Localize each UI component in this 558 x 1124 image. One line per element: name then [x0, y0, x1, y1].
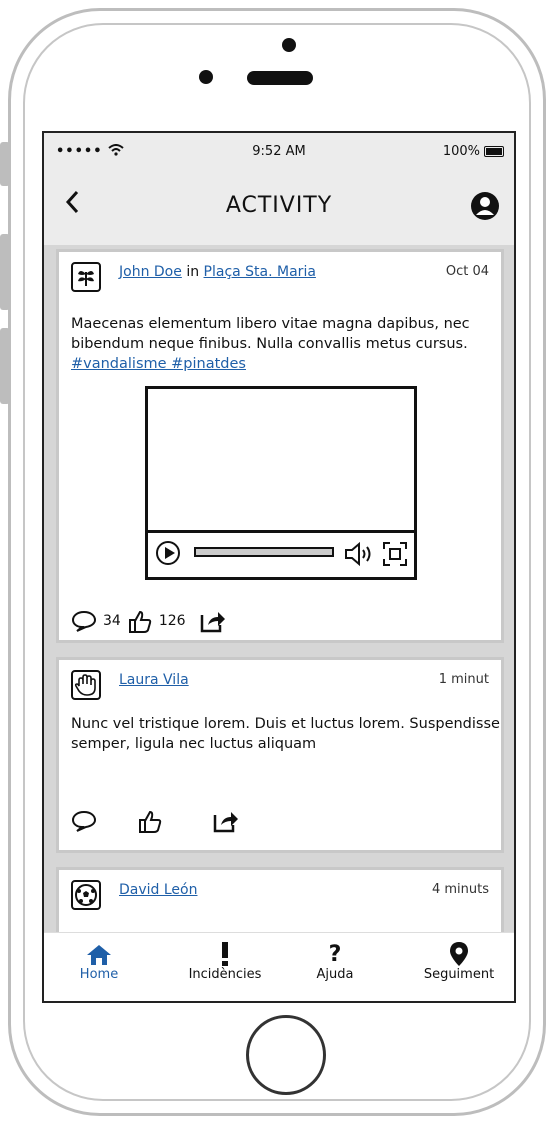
post-date: 4 minuts	[431, 882, 489, 897]
video-progress-bar[interactable]	[194, 547, 334, 557]
tab-home[interactable]: Home	[44, 939, 154, 982]
tab-label: Home	[79, 967, 119, 982]
share-icon[interactable]	[198, 609, 226, 633]
volume-icon[interactable]	[344, 541, 374, 567]
post-actions	[71, 808, 239, 834]
thumbs-up-icon[interactable]	[127, 608, 153, 634]
video-controls	[148, 530, 414, 577]
author-link[interactable]: John Doe	[119, 264, 182, 280]
exclamation-icon	[170, 939, 280, 967]
front-camera	[282, 38, 296, 52]
home-hardware-button[interactable]	[246, 1015, 326, 1095]
page-title: ACTIVITY	[225, 193, 333, 218]
home-icon	[44, 939, 154, 967]
comment-count: 34	[103, 613, 121, 629]
tab-label: Ajuda	[316, 967, 354, 982]
question-icon: ?	[328, 942, 342, 967]
location-connector: in	[186, 264, 200, 280]
post-date: Oct 04	[445, 264, 489, 279]
sensor-dot	[199, 70, 213, 84]
play-icon[interactable]	[156, 541, 180, 565]
post-actions: 34 126	[71, 608, 226, 634]
app-screen: ••••• 9:52 AM 100% ACTIVITY John Doe in …	[42, 131, 516, 1003]
like-count: 126	[158, 613, 186, 629]
post-body: Maecenas elementum libero vitae magna da…	[71, 316, 470, 352]
comment-icon[interactable]	[71, 810, 97, 832]
hand-avatar-icon	[71, 670, 101, 700]
post-card: Laura Vila 1 minut Nunc vel tristique lo…	[56, 657, 504, 853]
status-bar: ••••• 9:52 AM 100%	[44, 133, 514, 173]
comment-icon[interactable]	[71, 610, 97, 632]
battery-icon	[484, 146, 504, 157]
app-header: ACTIVITY	[44, 173, 514, 245]
post-card: John Doe in Plaça Sta. Maria Oct 04 Maec…	[56, 249, 504, 643]
tab-incidencies[interactable]: Incidències	[170, 939, 280, 982]
map-pin-icon	[404, 939, 514, 967]
tab-seguiment[interactable]: Seguiment	[404, 939, 514, 982]
post-text: Maecenas elementum libero vitae magna da…	[71, 314, 501, 374]
post-text: Nunc vel tristique lorem. Duis et luctus…	[71, 716, 500, 752]
author-link[interactable]: Laura Vila	[119, 672, 189, 688]
thumbs-up-icon[interactable]	[137, 808, 163, 834]
hashtags-link[interactable]: #vandalisme #pinatdes	[71, 356, 246, 372]
battery-percent: 100%	[442, 144, 480, 159]
earpiece-speaker	[247, 71, 313, 85]
volume-up-button	[0, 234, 10, 310]
post-card: David León 4 minuts	[56, 867, 504, 937]
soccer-ball-avatar-icon	[71, 880, 101, 910]
user-profile-icon[interactable]	[470, 191, 500, 221]
battery-indicator: 100%	[443, 144, 504, 159]
tab-label: Seguiment	[423, 967, 495, 982]
plant-avatar-icon	[71, 262, 101, 292]
post-meta: John Doe in Plaça Sta. Maria	[119, 264, 316, 280]
post-meta: David León	[119, 882, 197, 898]
mute-switch	[0, 142, 10, 186]
author-link[interactable]: David León	[119, 882, 197, 898]
fullscreen-icon[interactable]	[382, 541, 408, 567]
video-player[interactable]	[145, 386, 417, 580]
tab-ajuda[interactable]: ? Ajuda	[280, 939, 390, 982]
share-icon[interactable]	[211, 809, 239, 833]
post-date: 1 minut	[438, 672, 489, 687]
activity-feed[interactable]: John Doe in Plaça Sta. Maria Oct 04 Maec…	[50, 249, 510, 937]
bottom-tab-bar: Home Incidències ? Ajuda Seguiment	[44, 932, 514, 1001]
post-meta: Laura Vila	[119, 672, 189, 688]
volume-down-button	[0, 328, 10, 404]
tab-label: Incidències	[188, 967, 262, 982]
location-link[interactable]: Plaça Sta. Maria	[204, 264, 316, 280]
